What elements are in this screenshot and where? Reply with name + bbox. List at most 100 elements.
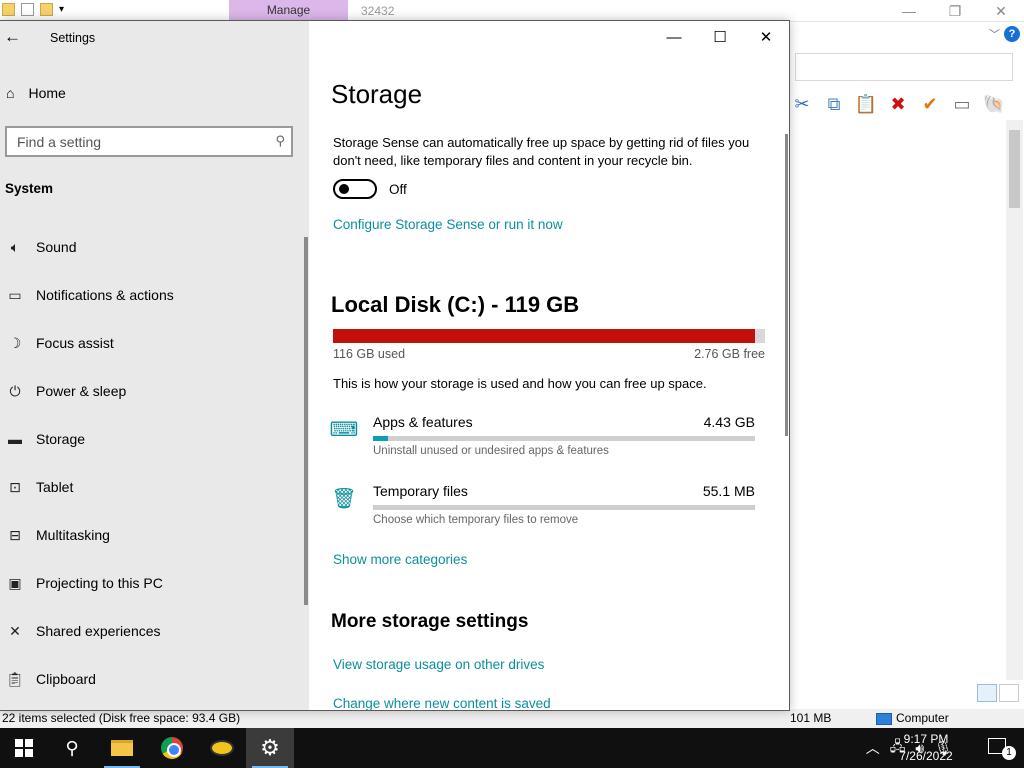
delete-icon[interactable]: ✖ [886, 92, 910, 116]
background-window-title: 32432 [361, 4, 395, 18]
sidebar-item-label: Focus assist [36, 335, 114, 351]
address-bar[interactable] [795, 53, 1013, 81]
new-folder-icon[interactable] [40, 3, 53, 16]
sidebar-item-projecting[interactable]: ▣ Projecting to this PC [0, 559, 305, 607]
sidebar-item-shared-experiences[interactable]: ✕ Shared experiences [0, 607, 305, 655]
settings-taskbar-button[interactable]: ⚙ [246, 728, 294, 768]
show-more-categories-link[interactable]: Show more categories [333, 552, 467, 567]
computer-icon [876, 712, 892, 725]
rename-icon[interactable]: ▭ [950, 92, 974, 116]
sidebar-nav: 🔈︎ Sound ▭ Notifications & actions ☽ Foc… [0, 223, 305, 703]
chrome-icon [161, 737, 183, 759]
storage-icon: ▬ [8, 431, 22, 447]
tablet-icon: ⊡ [9, 478, 21, 495]
disk-usage-bar [333, 329, 765, 343]
category-usage-bar [373, 505, 755, 510]
shell-icon[interactable]: 🐚 [982, 92, 1006, 116]
status-location-label: Computer [896, 711, 949, 725]
search-box[interactable]: ⚲ [5, 126, 293, 157]
clock-time: 9:17 PM [903, 732, 949, 746]
search-icon[interactable]: ⚲ [275, 133, 285, 149]
windows-logo-icon [15, 739, 33, 757]
status-size: 101 MB [790, 711, 832, 725]
category-name: Apps & features [373, 414, 473, 430]
projector-icon: ▣ [8, 574, 22, 591]
sidebar-item-tablet[interactable]: ⊡ Tablet [0, 463, 305, 511]
minimize-button[interactable]: — [651, 21, 697, 53]
sidebar-item-label: Power & sleep [36, 383, 127, 399]
search-taskbar-button[interactable]: ⚲ [48, 728, 96, 768]
quick-access-toolbar[interactable]: ▾ [2, 3, 72, 16]
notification-count-badge: 1 [1002, 746, 1016, 760]
folder-icon [111, 740, 133, 756]
power-icon: ⏻ [9, 382, 21, 399]
sidebar-item-label: Shared experiences [36, 623, 161, 639]
more-storage-settings-heading: More storage settings [331, 611, 529, 632]
sidebar-item-power-sleep[interactable]: ⏻ Power & sleep [0, 367, 305, 415]
sidebar-item-focus-assist[interactable]: ☽ Focus assist [0, 319, 305, 367]
category-description: Choose which temporary files to remove [373, 514, 579, 526]
category-size: 4.43 GB [703, 414, 755, 430]
category-temporary-files[interactable]: 🗑︎ Temporary files 55.1 MB Choose which … [331, 483, 761, 543]
chevron-down-icon[interactable]: ▾ [59, 3, 72, 16]
settings-window: ← Settings ⌂ Home ⚲ System 🔈︎ Sound ▭ No… [0, 20, 790, 711]
storage-sense-description: Storage Sense can automatically free up … [333, 135, 750, 168]
clock[interactable]: 9:17 PM 7/26/2022 [886, 731, 966, 765]
maximize-button[interactable]: ☐ [697, 21, 743, 53]
close-button[interactable]: ✕ [743, 21, 789, 53]
view-buttons [977, 684, 1019, 702]
large-icons-view-button[interactable] [999, 684, 1019, 702]
sidebar-item-label: Notifications & actions [36, 287, 174, 303]
close-button[interactable]: ✕ [978, 0, 1024, 22]
view-other-drives-link[interactable]: View storage usage on other drives [333, 657, 544, 672]
category-description: Uninstall unused or undesired apps & fea… [373, 445, 609, 457]
configure-storage-sense-link[interactable]: Configure Storage Sense or run it now [333, 217, 563, 232]
background-window-controls: — ❐ ✕ [886, 0, 1024, 22]
file-explorer-taskbar-button[interactable] [98, 728, 146, 768]
storage-sense-toggle[interactable] [333, 179, 377, 199]
app-taskbar-button[interactable] [198, 728, 246, 768]
folder-icon[interactable] [2, 3, 15, 16]
sidebar-item-label: Projecting to this PC [36, 575, 163, 591]
disk-free-label: 2.76 GB free [694, 347, 765, 361]
taskbar: ⚲ ⚙ ︿ 🖧︎ 🔊︎ 🎙︎ 9:17 PM 7/26/2022 1 [0, 728, 1024, 768]
details-view-button[interactable] [977, 684, 997, 702]
clipboard-icon: 📋︎ [6, 670, 24, 687]
minimize-button[interactable]: — [886, 0, 932, 22]
sidebar-item-clipboard[interactable]: 📋︎ Clipboard [0, 655, 305, 703]
search-input[interactable] [17, 133, 257, 151]
chevron-up-icon[interactable]: ︿ [866, 738, 880, 758]
start-button[interactable] [0, 728, 48, 768]
chrome-taskbar-button[interactable] [148, 728, 196, 768]
sidebar-item-label: Storage [36, 431, 86, 447]
cut-icon[interactable]: ✂ [790, 92, 814, 116]
change-save-location-link[interactable]: Change where new content is saved [333, 696, 551, 710]
help-icon[interactable]: ? [1004, 26, 1020, 42]
sidebar-item-label: Tablet [36, 479, 74, 495]
content-scrollbar[interactable] [785, 134, 788, 436]
category-size: 55.1 MB [702, 483, 755, 499]
sidebar-item-notifications[interactable]: ▭ Notifications & actions [0, 271, 305, 319]
paste-icon[interactable]: 📋 [854, 92, 878, 116]
shared-icon: ✕ [9, 622, 21, 639]
manage-ribbon-tab[interactable]: Manage [229, 0, 348, 20]
storage-page: — ☐ ✕ Storage Storage Sense can automati… [309, 21, 789, 710]
copy-icon[interactable]: ⧉ [822, 92, 846, 116]
sidebar-item-multitasking[interactable]: ⊟ Multitasking [0, 511, 305, 559]
sidebar-item-sound[interactable]: 🔈︎ Sound [0, 223, 305, 271]
restore-button[interactable]: ❐ [932, 0, 978, 22]
category-name: Temporary files [373, 483, 468, 499]
ribbon-expand-icon[interactable]: ﹀ [989, 26, 1000, 42]
back-arrow-icon[interactable]: ← [4, 27, 21, 47]
home-nav-item[interactable]: ⌂ Home [6, 85, 66, 101]
window-controls: — ☐ ✕ [651, 21, 789, 53]
properties-icon[interactable] [21, 3, 34, 16]
checkmark-icon[interactable]: ✔ [918, 92, 942, 116]
category-usage-bar [373, 436, 755, 441]
sidebar-scrollbar[interactable] [304, 237, 308, 605]
sidebar-item-storage[interactable]: ▬ Storage [0, 415, 305, 463]
explorer-scrollbar-thumb[interactable] [1009, 130, 1020, 208]
app-title: Settings [50, 31, 96, 45]
sidebar-item-label: Multitasking [36, 527, 110, 543]
category-apps-features[interactable]: ⌨ Apps & features 4.43 GB Uninstall unus… [330, 414, 761, 474]
